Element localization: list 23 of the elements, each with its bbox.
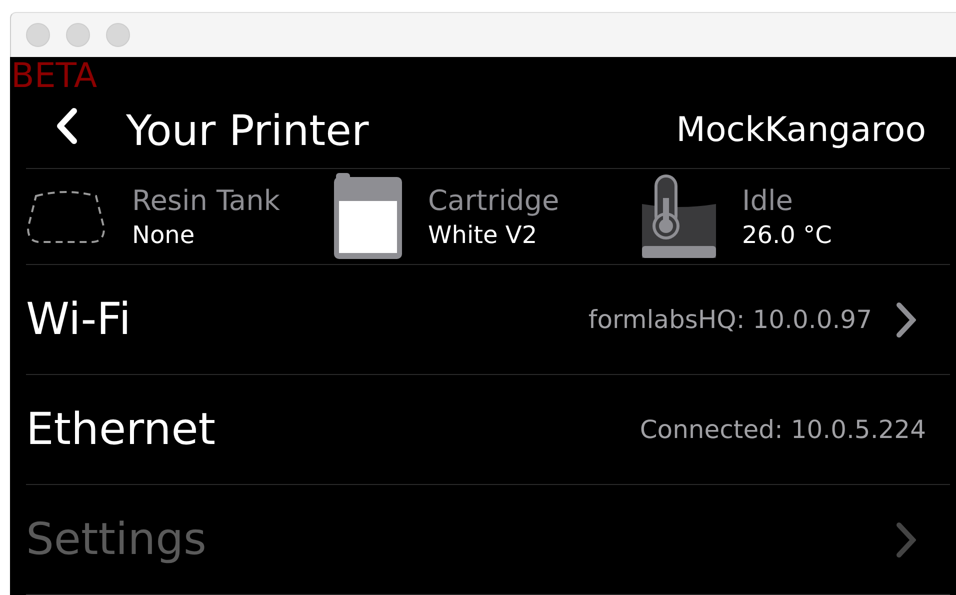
cartridge-icon — [334, 173, 402, 260]
row-label: Settings — [26, 514, 208, 565]
zoom-button[interactable] — [106, 23, 130, 47]
status-label: Cartridge — [428, 184, 560, 217]
status-value: White V2 — [428, 220, 538, 249]
minimize-button[interactable] — [66, 23, 90, 47]
thermometer-icon — [642, 174, 716, 258]
row-value: Connected: 10.0.5.224 — [640, 415, 926, 444]
close-button[interactable] — [26, 23, 50, 47]
tank-outline-icon — [26, 188, 106, 244]
row-label: Ethernet — [26, 404, 217, 455]
beta-label: BETA — [11, 57, 98, 95]
status-value: None — [132, 220, 196, 249]
status-label: Idle — [742, 184, 794, 217]
row-value: formlabsHQ: 10.0.0.97 — [588, 305, 872, 334]
status-label: Resin Tank — [132, 184, 280, 217]
back-icon — [56, 106, 78, 145]
status-value: 26.0 °C — [742, 220, 832, 249]
row-label: Wi-Fi — [26, 294, 132, 345]
printer-name: MockKangaroo — [676, 110, 926, 150]
settings-row[interactable]: Ethernet Connected: 10.0.5.224 — [26, 375, 950, 485]
settings-row[interactable]: Wi-Fi formlabsHQ: 10.0.0.97 — [26, 265, 950, 375]
page-title: Your Printer — [126, 106, 370, 155]
